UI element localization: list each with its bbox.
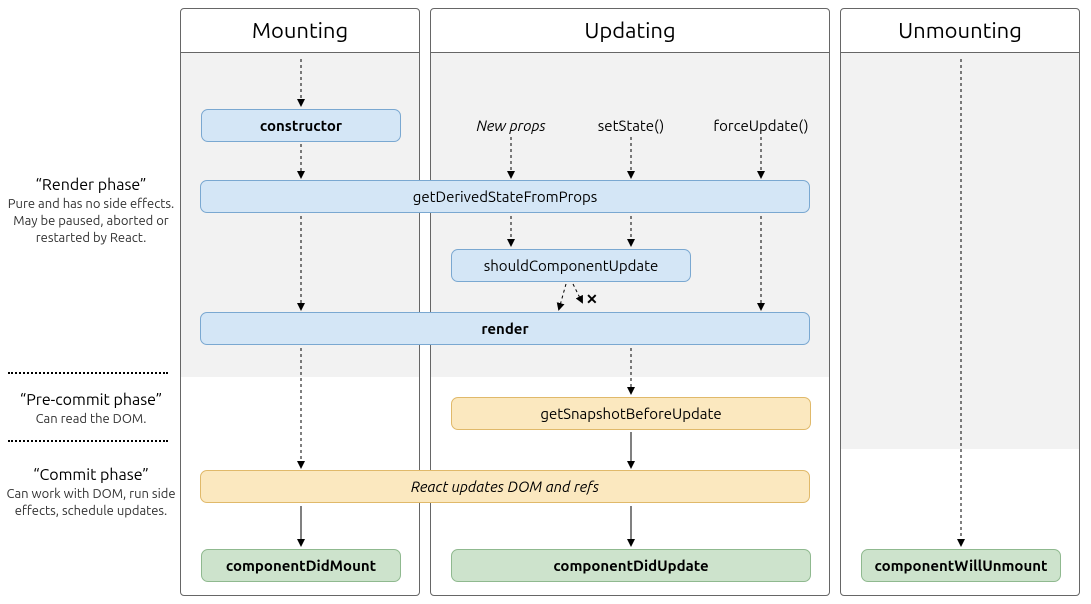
react-updates-dom-node: React updates DOM and refs	[200, 470, 810, 503]
render-node[interactable]: render	[200, 312, 810, 345]
phase-divider-1	[8, 372, 168, 374]
render-phase-desc: Pure and has no side effects. May be pau…	[6, 196, 176, 247]
unmounting-column: Unmounting componentWillUnmount	[840, 8, 1080, 596]
get-derived-state-from-props-node[interactable]: getDerivedStateFromProps	[200, 180, 810, 213]
precommit-phase-desc: Can read the DOM.	[6, 411, 176, 428]
unmounting-render-bg	[841, 53, 1079, 449]
new-props-trigger: New props	[461, 117, 561, 134]
precommit-phase-label: “Pre-commit phase” Can read the DOM.	[6, 390, 176, 428]
scu-cross-icon: ✕	[586, 291, 598, 308]
mounting-column: Mounting constructor componentDidMount	[180, 8, 420, 596]
commit-phase-label: “Commit phase” Can work with DOM, run si…	[6, 465, 176, 520]
mounting-header: Mounting	[181, 9, 419, 53]
precommit-phase-title: “Pre-commit phase”	[6, 390, 176, 411]
set-state-trigger: setState()	[591, 117, 671, 134]
component-did-mount-node[interactable]: componentDidMount	[201, 549, 401, 582]
phase-divider-2	[8, 440, 168, 442]
updating-column: Updating New props setState() forceUpdat…	[430, 8, 830, 596]
commit-phase-title: “Commit phase”	[6, 465, 176, 486]
component-will-unmount-node[interactable]: componentWillUnmount	[861, 549, 1061, 582]
render-phase-title: “Render phase”	[6, 175, 176, 196]
unmounting-header: Unmounting	[841, 9, 1079, 53]
should-component-update-node[interactable]: shouldComponentUpdate	[451, 249, 691, 282]
get-snapshot-before-update-node[interactable]: getSnapshotBeforeUpdate	[451, 397, 811, 430]
updating-header: Updating	[431, 9, 829, 53]
constructor-node[interactable]: constructor	[201, 109, 401, 142]
component-did-update-node[interactable]: componentDidUpdate	[451, 549, 811, 582]
commit-phase-desc: Can work with DOM, run side effects, sch…	[6, 486, 176, 520]
force-update-trigger: forceUpdate()	[706, 117, 816, 134]
render-phase-label: “Render phase” Pure and has no side effe…	[6, 175, 176, 246]
